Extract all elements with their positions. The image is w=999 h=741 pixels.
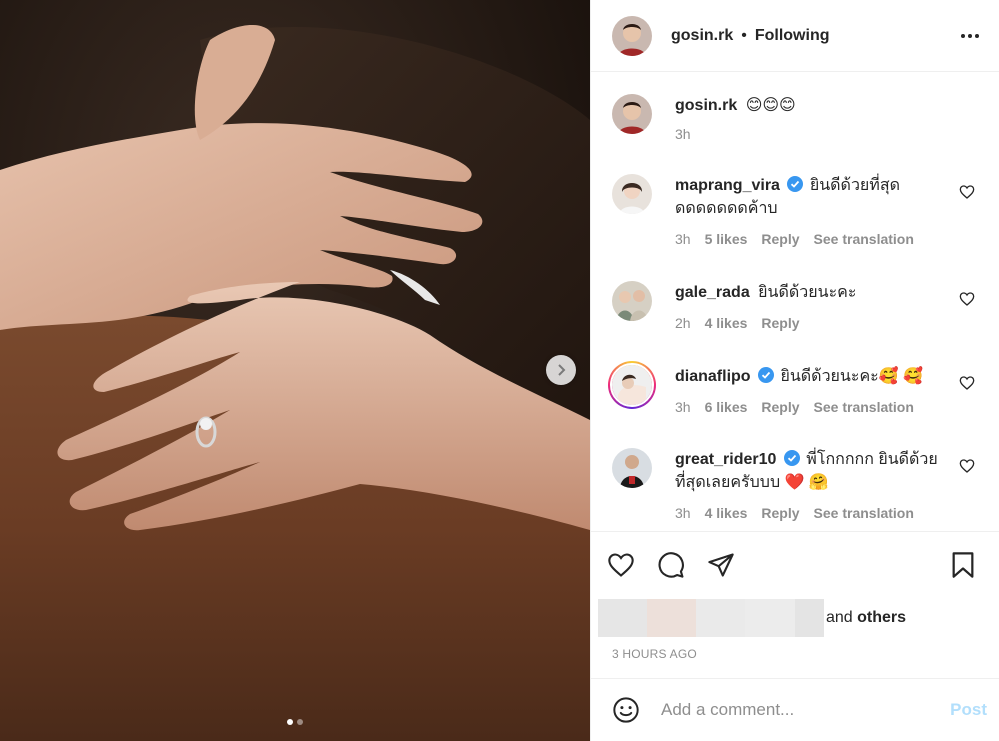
comment-likes[interactable]: 4 likes	[705, 502, 748, 525]
verified-badge-icon	[758, 367, 775, 383]
likes-and-label: and	[826, 609, 858, 626]
paper-plane-icon	[708, 553, 734, 577]
post-side-panel: gosin.rk • Following gosin.rk 😊😊😊 3h map…	[590, 0, 999, 741]
carousel-dot-active	[287, 719, 293, 725]
carousel-indicator	[0, 719, 590, 725]
chevron-right-icon	[558, 364, 566, 376]
like-comment-heart-icon[interactable]	[959, 291, 975, 307]
caption-time[interactable]: 3h	[675, 123, 691, 146]
heart-icon	[608, 553, 634, 577]
header-separator: •	[741, 26, 747, 44]
like-comment-heart-icon[interactable]	[959, 184, 975, 200]
caption-row: gosin.rk 😊😊😊 3h	[612, 94, 983, 174]
post-comment-button[interactable]: Post	[950, 700, 987, 720]
author-avatar[interactable]	[612, 15, 652, 56]
comment-button[interactable]	[651, 545, 691, 585]
comment-time[interactable]: 3h	[675, 228, 691, 251]
comment-row: dianaflipo ยินดีด้วยนะคะ🥰 🥰 3h 6 likes R…	[608, 361, 983, 448]
caption-text: 😊😊😊	[745, 97, 796, 114]
comment-username[interactable]: great_rider10	[675, 451, 776, 468]
post-timestamp[interactable]: 3 HOURS AGO	[591, 647, 999, 661]
action-icon-row	[591, 532, 999, 598]
comment-likes[interactable]: 6 likes	[705, 396, 748, 419]
comment-time[interactable]: 3h	[675, 502, 691, 525]
carousel-dot	[297, 719, 303, 725]
save-button[interactable]	[943, 545, 983, 585]
commenter-avatar-story-ring[interactable]	[608, 361, 656, 409]
author-username[interactable]: gosin.rk	[671, 27, 733, 45]
comment-row: gale_rada ยินดีด้วยนะคะ 2h 4 likes Reply	[612, 281, 983, 361]
comment-likes[interactable]: 5 likes	[705, 228, 748, 251]
comment-text: ยินดีด้วยนะคะ	[758, 284, 857, 301]
see-translation-button[interactable]: See translation	[814, 396, 914, 419]
commenter-avatar[interactable]	[612, 448, 652, 488]
comment-row: maprang_vira ยินดีด้วยที่สุด ดดดดดดดค้าบ…	[612, 174, 983, 281]
more-options-button[interactable]	[961, 33, 979, 38]
verified-badge-icon	[787, 176, 804, 192]
likes-summary[interactable]: and others	[826, 609, 906, 627]
following-button[interactable]: Following	[755, 27, 830, 45]
verified-badge-icon	[783, 450, 800, 466]
see-translation-button[interactable]: See translation	[814, 228, 914, 251]
comment-username[interactable]: maprang_vira	[675, 177, 780, 194]
comment-text: ยินดีด้วยนะคะ🥰 🥰	[780, 368, 924, 385]
comment-bubble-icon	[658, 552, 684, 578]
commenter-avatar[interactable]	[612, 281, 652, 321]
comment-composer: Post	[591, 678, 999, 741]
like-comment-heart-icon[interactable]	[959, 458, 975, 474]
commenter-avatar[interactable]	[612, 174, 652, 214]
liked-by-row[interactable]: and others	[591, 598, 999, 638]
post-media	[0, 0, 590, 741]
comment-username[interactable]: gale_rada	[675, 284, 750, 301]
next-slide-button[interactable]	[546, 355, 576, 385]
caption-avatar[interactable]	[612, 94, 652, 134]
post-header: gosin.rk • Following	[591, 0, 999, 72]
post-photo	[0, 0, 590, 741]
reply-button[interactable]: Reply	[761, 502, 799, 525]
reply-button[interactable]: Reply	[761, 312, 799, 335]
comment-likes[interactable]: 4 likes	[705, 312, 748, 335]
comment-time[interactable]: 2h	[675, 312, 691, 335]
reply-button[interactable]: Reply	[761, 396, 799, 419]
smiley-icon	[613, 697, 639, 723]
emoji-picker-button[interactable]	[611, 695, 641, 725]
share-button[interactable]	[701, 545, 741, 585]
comment-input[interactable]	[661, 700, 951, 720]
post-dialog: gosin.rk • Following gosin.rk 😊😊😊 3h map…	[0, 0, 999, 741]
reply-button[interactable]: Reply	[761, 228, 799, 251]
like-button[interactable]	[601, 545, 641, 585]
caption-username[interactable]: gosin.rk	[675, 97, 737, 114]
comment-time[interactable]: 3h	[675, 396, 691, 419]
more-dot-icon	[975, 33, 979, 38]
comment-username[interactable]: dianaflipo	[675, 368, 751, 385]
more-dot-icon	[961, 33, 965, 38]
liked-by-avatars-redacted	[598, 599, 824, 637]
more-dot-icon	[968, 33, 972, 38]
likes-others-label[interactable]: others	[857, 609, 906, 626]
like-comment-heart-icon[interactable]	[959, 375, 975, 391]
see-translation-button[interactable]: See translation	[814, 502, 914, 525]
bookmark-icon	[952, 552, 974, 578]
